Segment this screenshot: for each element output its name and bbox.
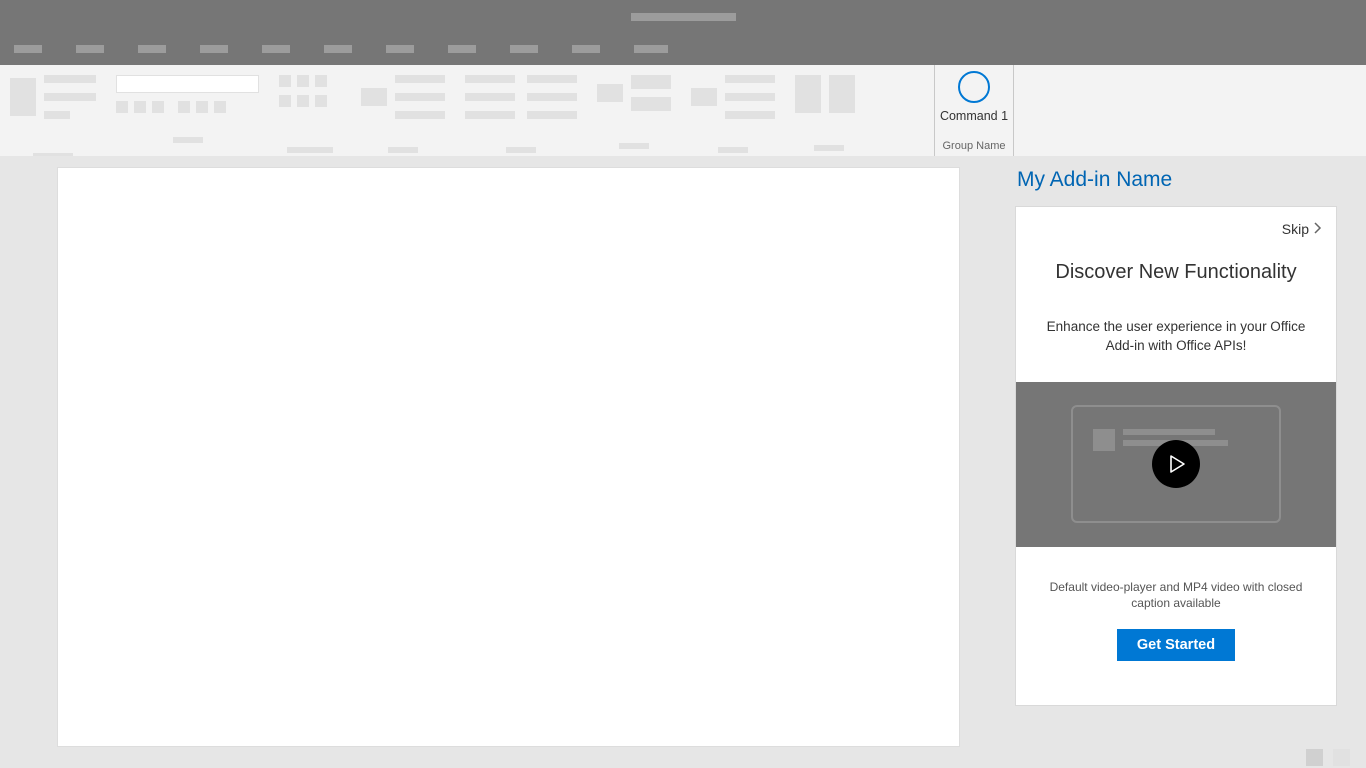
ribbon-input-placeholder[interactable]	[116, 75, 259, 93]
ribbon-control-placeholder[interactable]	[725, 111, 775, 119]
ribbon-control-placeholder[interactable]	[725, 75, 775, 83]
title-placeholder	[631, 13, 736, 21]
document-canvas[interactable]	[58, 168, 959, 746]
ribbon-control-placeholder[interactable]	[361, 88, 387, 106]
ribbon-control-placeholder[interactable]	[297, 75, 309, 87]
ribbon-addin-group: Command 1 Group Name	[934, 65, 1014, 156]
ribbon-tabs	[0, 33, 1366, 65]
ribbon-groups	[0, 65, 934, 156]
ribbon-group-label-placeholder	[173, 137, 203, 143]
play-button[interactable]	[1152, 440, 1200, 488]
pane-heading: Discover New Functionality	[1016, 261, 1336, 284]
command1-icon[interactable]	[958, 71, 990, 103]
statusbar-view-button[interactable]	[1333, 749, 1350, 766]
ribbon-control-placeholder[interactable]	[214, 101, 226, 113]
ribbon-tab-placeholder[interactable]	[138, 45, 166, 53]
ribbon-tab-placeholder[interactable]	[14, 45, 42, 53]
ribbon-group-label-placeholder	[33, 153, 73, 156]
workspace: My Add-in Name Skip Discover New Functio…	[0, 157, 1366, 747]
ribbon-control-placeholder[interactable]	[465, 111, 515, 119]
ribbon-control-placeholder[interactable]	[631, 75, 671, 89]
video-placeholder	[1016, 382, 1336, 547]
task-pane-title: My Add-in Name	[1017, 168, 1351, 192]
ribbon-control-placeholder[interactable]	[597, 84, 623, 102]
ribbon-group-label-placeholder	[506, 147, 536, 153]
ribbon-tab-placeholder[interactable]	[448, 45, 476, 53]
ribbon-tab-placeholder[interactable]	[386, 45, 414, 53]
ribbon-control-placeholder[interactable]	[196, 101, 208, 113]
skip-button[interactable]: Skip	[1016, 207, 1336, 237]
ribbon-control-placeholder[interactable]	[465, 93, 515, 101]
play-icon	[1166, 454, 1186, 474]
command1-group-label: Group Name	[935, 140, 1013, 152]
ribbon-group-label-placeholder	[814, 145, 844, 151]
ribbon-control-placeholder[interactable]	[279, 75, 291, 87]
ribbon-group-label-placeholder	[619, 143, 649, 149]
ribbon-control-placeholder[interactable]	[795, 75, 821, 113]
ribbon-group-label-placeholder	[287, 147, 333, 153]
ribbon-control-placeholder[interactable]	[465, 75, 515, 83]
video-thumb-square	[1093, 429, 1115, 451]
ribbon-tab-placeholder[interactable]	[324, 45, 352, 53]
ribbon: Command 1 Group Name	[0, 65, 1366, 157]
ribbon-control-placeholder[interactable]	[527, 75, 577, 83]
ribbon-tab-placeholder[interactable]	[262, 45, 290, 53]
ribbon-group-label-placeholder	[718, 147, 748, 153]
ribbon-control-placeholder[interactable]	[315, 95, 327, 107]
ribbon-group-label-placeholder	[388, 147, 418, 153]
pane-subtext: Enhance the user experience in your Offi…	[1016, 318, 1336, 356]
ribbon-tab-placeholder[interactable]	[510, 45, 538, 53]
ribbon-tab-placeholder[interactable]	[200, 45, 228, 53]
ribbon-tab-placeholder[interactable]	[634, 45, 668, 53]
ribbon-control-placeholder[interactable]	[691, 88, 717, 106]
command1-label[interactable]: Command 1	[940, 109, 1008, 123]
task-pane-body: Skip Discover New Functionality Enhance …	[1015, 206, 1337, 706]
ribbon-control-placeholder[interactable]	[134, 101, 146, 113]
ribbon-control-placeholder[interactable]	[44, 111, 70, 119]
task-pane: My Add-in Name Skip Discover New Functio…	[1015, 168, 1351, 706]
video-caption: Default video-player and MP4 video with …	[1016, 579, 1336, 611]
ribbon-tab-placeholder[interactable]	[76, 45, 104, 53]
ribbon-control-placeholder[interactable]	[10, 78, 36, 116]
ribbon-control-placeholder[interactable]	[631, 97, 671, 111]
get-started-button[interactable]: Get Started	[1117, 629, 1235, 661]
ribbon-control-placeholder[interactable]	[178, 101, 190, 113]
ribbon-control-placeholder[interactable]	[152, 101, 164, 113]
skip-label: Skip	[1282, 221, 1309, 237]
ribbon-control-placeholder[interactable]	[279, 95, 291, 107]
video-thumb-line	[1123, 429, 1215, 435]
ribbon-control-placeholder[interactable]	[297, 95, 309, 107]
status-bar	[0, 747, 1366, 768]
statusbar-view-button[interactable]	[1306, 749, 1323, 766]
ribbon-control-placeholder[interactable]	[395, 75, 445, 83]
ribbon-control-placeholder[interactable]	[44, 75, 96, 83]
ribbon-control-placeholder[interactable]	[527, 111, 577, 119]
ribbon-control-placeholder[interactable]	[395, 93, 445, 101]
ribbon-control-placeholder[interactable]	[116, 101, 128, 113]
ribbon-control-placeholder[interactable]	[527, 93, 577, 101]
chevron-right-icon	[1314, 222, 1322, 237]
ribbon-control-placeholder[interactable]	[829, 75, 855, 113]
ribbon-control-placeholder[interactable]	[395, 111, 445, 119]
ribbon-control-placeholder[interactable]	[315, 75, 327, 87]
ribbon-control-placeholder[interactable]	[725, 93, 775, 101]
ribbon-tab-placeholder[interactable]	[572, 45, 600, 53]
title-bar	[0, 0, 1366, 33]
ribbon-control-placeholder[interactable]	[44, 93, 96, 101]
